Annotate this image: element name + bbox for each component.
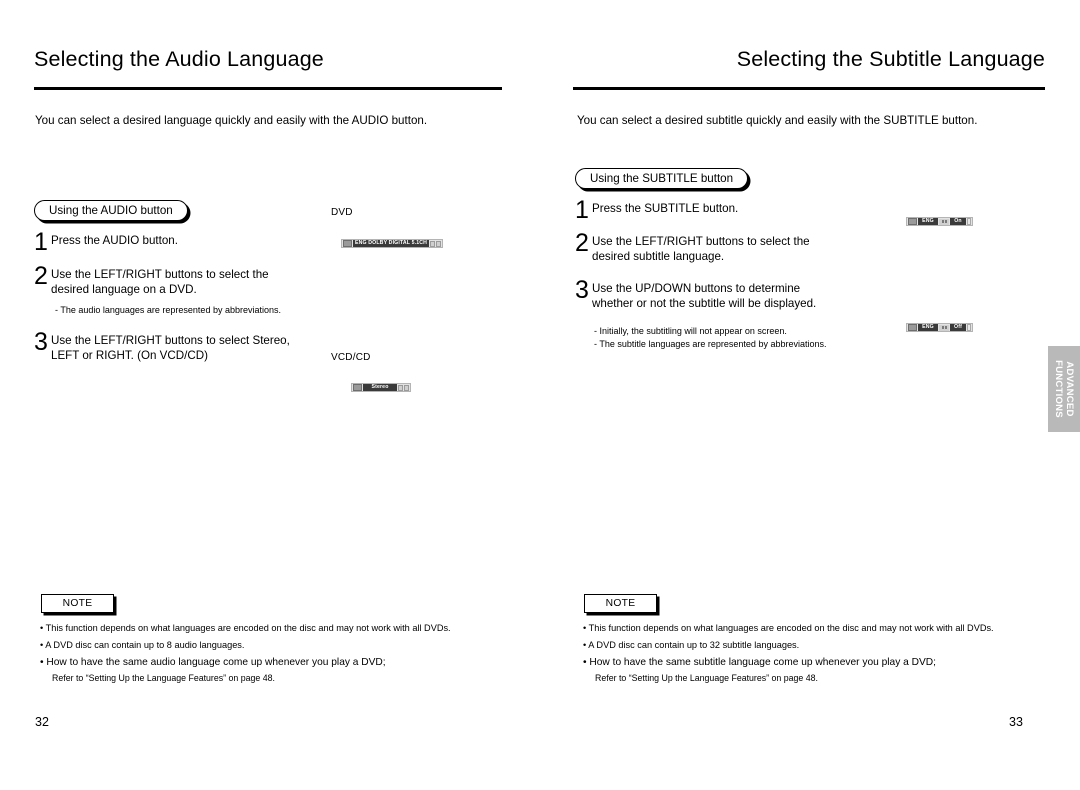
osd-left-arrow-icon (430, 240, 436, 247)
osd-dvd-audio-text: ENG DOLBY DIGITAL 5.1CH (353, 240, 430, 247)
note-item-subtitle-1: • This function depends on what language… (583, 623, 994, 633)
intro-text-audio: You can select a desired language quickl… (35, 114, 428, 127)
osd-badge-vcd-stereo: Stereo (351, 383, 411, 392)
side-tab-label-line-2: FUNCTIONS (1053, 360, 1065, 418)
osd-left-arrow-icon (398, 384, 403, 391)
side-tab-label-line-1: ADVANCED (1064, 361, 1076, 417)
step-1-audio-line-1: Press the AUDIO button. (51, 234, 178, 247)
section-pill-subtitle-button: Using the SUBTITLE button (575, 168, 749, 189)
step-2-subtitle-body: Use the LEFT/RIGHT buttons to select the… (592, 231, 810, 264)
note-subitem-audio-ref: Refer to “Setting Up the Language Featur… (52, 673, 276, 683)
note-label-audio: NOTE (62, 598, 93, 609)
note-item-subtitle-3: • How to have the same subtitle language… (583, 657, 936, 668)
subnote-audio-abbreviations: - The audio languages are represented by… (55, 305, 281, 315)
step-2-subtitle-line-1: Use the LEFT/RIGHT buttons to select the (592, 235, 810, 248)
note-item-audio-1: • This function depends on what language… (40, 623, 451, 633)
page-title-subtitle: Selecting the Subtitle Language (736, 47, 1045, 71)
section-pill-subtitle-label: Using the SUBTITLE button (590, 171, 734, 185)
header-rule (573, 87, 1045, 90)
osd-updown-icon (967, 324, 971, 331)
osd-arrows-icon (939, 324, 949, 331)
step-3-subtitle-number: 3 (575, 276, 589, 304)
step-2-audio-body: Use the LEFT/RIGHT buttons to select the… (51, 264, 269, 297)
side-tab-label: ADVANCED FUNCTIONS (1053, 360, 1075, 418)
step-2-subtitle-number: 2 (575, 229, 589, 257)
step-2-audio-line-2: desired language on a DVD. (51, 282, 197, 296)
step-3-audio: 3 Use the LEFT/RIGHT buttons to select S… (34, 330, 354, 363)
note-box-audio: NOTE (41, 594, 114, 613)
osd-subtitle-on-state: On (950, 218, 966, 225)
osd-badge-subtitle-on: ENG On (906, 217, 973, 226)
osd-badge-subtitle-off: ENG Off (906, 323, 973, 332)
step-2-audio-line-1: Use the LEFT/RIGHT buttons to select the (51, 268, 269, 281)
step-2-subtitle: 2 Use the LEFT/RIGHT buttons to select t… (575, 231, 905, 264)
note-subitem-subtitle-ref: Refer to “Setting Up the Language Featur… (595, 673, 819, 683)
step-3-subtitle-body: Use the UP/DOWN buttons to determine whe… (592, 278, 816, 311)
section-pill-audio-button: Using the AUDIO button (34, 200, 188, 221)
note-item-audio-3: • How to have the same audio language co… (40, 657, 386, 668)
page-header-audio: Selecting the Audio Language (34, 44, 502, 90)
step-3-audio-line-2: LEFT or RIGHT. (On VCD/CD) (51, 348, 208, 362)
speaker-icon (353, 384, 362, 391)
side-tab-advanced-functions: ADVANCED FUNCTIONS (1048, 346, 1080, 432)
osd-badge-dvd-audio: ENG DOLBY DIGITAL 5.1CH (341, 239, 444, 248)
step-1-subtitle-number: 1 (575, 196, 589, 224)
step-3-subtitle-line-1: Use the UP/DOWN buttons to determine (592, 282, 801, 295)
step-3-audio-number: 3 (34, 328, 48, 356)
osd-right-arrow-icon (436, 240, 442, 247)
note-label-subtitle: NOTE (605, 598, 636, 609)
disc-label-dvd: DVD (331, 207, 353, 218)
osd-subtitle-off-language: ENG (918, 324, 938, 331)
subtitle-screen-icon (908, 324, 917, 331)
osd-vcd-stereo-text: Stereo (363, 384, 397, 391)
step-3-audio-body: Use the LEFT/RIGHT buttons to select Ste… (51, 330, 290, 363)
step-1-subtitle-line-1: Press the SUBTITLE button. (592, 202, 739, 215)
step-1-audio: 1 Press the AUDIO button. (34, 228, 334, 256)
speaker-icon (343, 240, 352, 247)
osd-updown-icon (967, 218, 971, 225)
note-list-subtitle: • This function depends on what language… (583, 620, 994, 685)
step-1-audio-body: Press the AUDIO button. (51, 230, 178, 249)
step-3-audio-line-1: Use the LEFT/RIGHT buttons to select Ste… (51, 334, 290, 347)
note-item-audio-2: • A DVD disc can contain up to 8 audio l… (40, 640, 245, 650)
note-item-subtitle-2: • A DVD disc can contain up to 32 subtit… (583, 640, 800, 650)
osd-subtitle-on-language: ENG (918, 218, 938, 225)
osd-arrows-icon (939, 218, 949, 225)
step-3-subtitle: 3 Use the UP/DOWN buttons to determine w… (575, 278, 915, 311)
step-1-subtitle-body: Press the SUBTITLE button. (592, 198, 738, 217)
subnote-subtitle-initial: - Initially, the subtitling will not app… (594, 326, 787, 336)
osd-subtitle-off-state: Off (950, 324, 966, 331)
step-2-subtitle-line-2: desired subtitle language. (592, 249, 725, 263)
header-rule (34, 87, 502, 90)
note-list-audio: • This function depends on what language… (40, 620, 451, 685)
section-pill-audio-label: Using the AUDIO button (49, 203, 173, 217)
page-title-audio: Selecting the Audio Language (34, 47, 324, 71)
page-header-subtitle: Selecting the Subtitle Language (573, 44, 1045, 90)
osd-right-arrow-icon (404, 384, 409, 391)
page-number-left: 32 (35, 715, 49, 729)
page-audio-language: Selecting the Audio Language You can sel… (0, 0, 540, 790)
step-1-subtitle: 1 Press the SUBTITLE button. (575, 196, 895, 224)
note-box-subtitle: NOTE (584, 594, 657, 613)
subnote-subtitle-abbreviations: - The subtitle languages are represented… (594, 339, 827, 349)
subtitle-screen-icon (908, 218, 917, 225)
page-number-right: 33 (1009, 715, 1023, 729)
step-2-audio-number: 2 (34, 262, 48, 290)
intro-text-subtitle: You can select a desired subtitle quickl… (577, 114, 978, 127)
step-1-audio-number: 1 (34, 228, 48, 256)
disc-label-vcdcd: VCD/CD (331, 352, 371, 363)
step-2-audio: 2 Use the LEFT/RIGHT buttons to select t… (34, 264, 344, 297)
step-3-subtitle-line-2: whether or not the subtitle will be disp… (592, 296, 817, 310)
